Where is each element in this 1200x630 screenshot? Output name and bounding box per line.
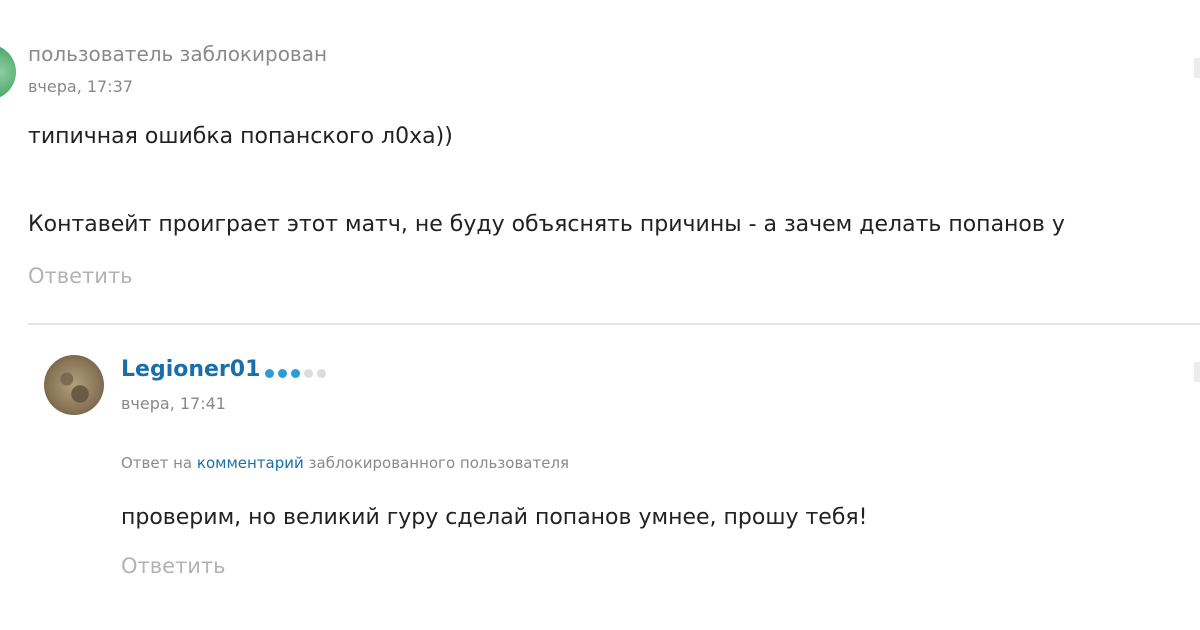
comment-author: пользователь заблокирован (28, 42, 328, 66)
divider (28, 323, 1200, 325)
rank-indicator (265, 369, 326, 378)
comment-timestamp: вчера, 17:37 (28, 77, 133, 96)
rank-dot-empty (317, 369, 326, 378)
more-options-icon[interactable] (1194, 362, 1200, 382)
comment-timestamp: вчера, 17:41 (121, 394, 226, 413)
avatar (0, 44, 16, 100)
more-options-icon[interactable] (1194, 58, 1200, 78)
reply-context-prefix: Ответ на (121, 454, 193, 472)
rank-dot-filled (278, 369, 287, 378)
comment-text-line: типичная ошибка попанского л0ха)) (28, 124, 453, 149)
reply-button[interactable]: Ответить (28, 264, 133, 288)
rank-dot-filled (265, 369, 274, 378)
rank-dot-empty (304, 369, 313, 378)
reply-context: Ответ на комментарий заблокированного по… (121, 454, 569, 472)
comment-text-line: Контавейт проиграет этот матч, не буду о… (28, 212, 1065, 237)
avatar[interactable] (44, 355, 104, 415)
parent-comment-link[interactable]: комментарий (197, 454, 304, 472)
rank-dot-filled (291, 369, 300, 378)
reply-button[interactable]: Ответить (121, 554, 226, 578)
username-link[interactable]: Legioner01 (121, 357, 260, 382)
comment-text: проверим, но великий гуру сделай попанов… (121, 505, 868, 530)
reply-context-suffix: заблокированного пользователя (308, 454, 570, 472)
